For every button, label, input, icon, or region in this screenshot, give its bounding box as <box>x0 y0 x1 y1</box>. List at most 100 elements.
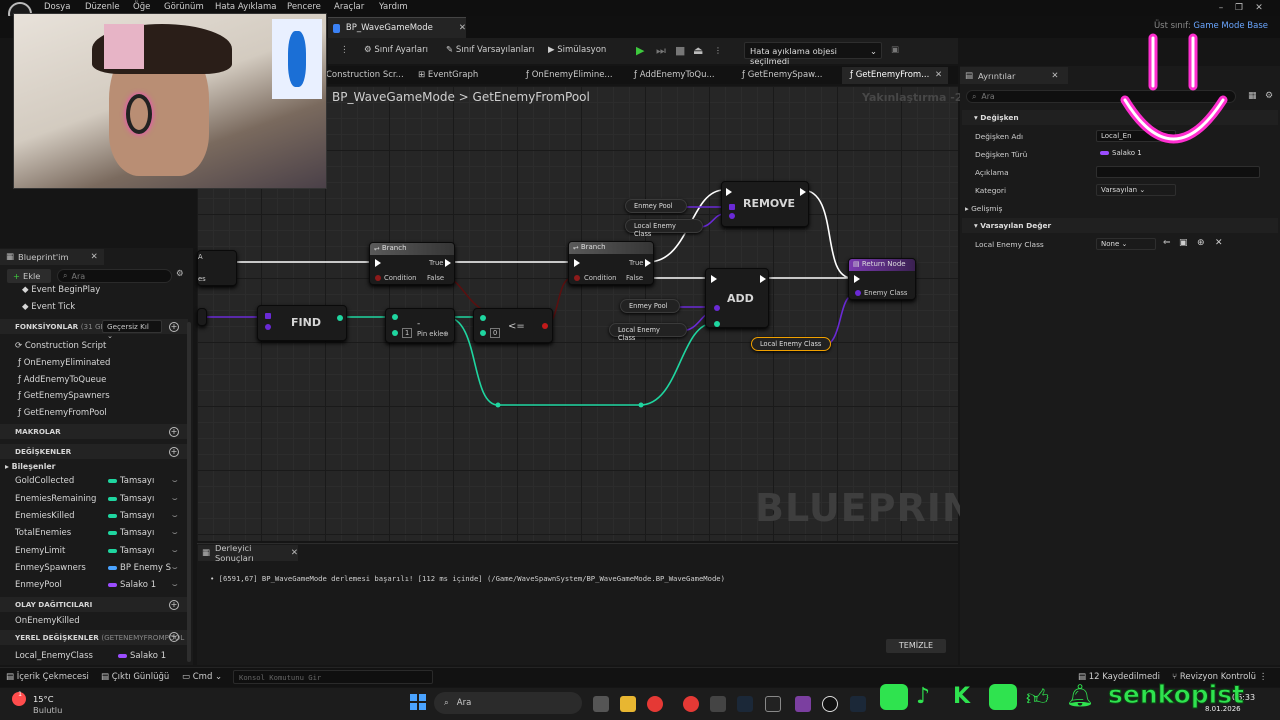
macros-section[interactable]: MAKROLAR <box>0 424 188 439</box>
enmey-pool-getter-2[interactable]: Enmey Pool <box>620 299 680 313</box>
variable-enmeypool[interactable]: EnmeyPool <box>15 580 62 590</box>
branch1-exec-in[interactable] <box>375 259 381 267</box>
tab-getenemyspawners[interactable]: ƒ GetEnemySpaw... <box>742 70 822 80</box>
function-addenemytoqueue[interactable]: ƒ AddEnemyToQueue <box>18 375 106 385</box>
maximize-icon[interactable]: ❐ <box>1233 3 1245 13</box>
my-blueprint-tab[interactable]: ▦ Blueprint'im ✕ <box>0 249 104 265</box>
variable-type[interactable]: Tamsayı <box>108 476 154 486</box>
event-dispatchers-section[interactable]: OLAY DAĞITICILARI <box>0 597 188 612</box>
local-variable-name[interactable]: Local_EnemyClass <box>15 651 93 661</box>
branch2-true-pin[interactable] <box>645 259 651 267</box>
minimize-icon[interactable]: – <box>1215 3 1227 13</box>
play-options-icon[interactable]: ⋮ <box>714 46 722 55</box>
class-defaults-button[interactable]: ✎ Sınıf Varsayılanları <box>446 45 534 55</box>
breadcrumb-root[interactable]: BP_WaveGameMode <box>332 90 455 104</box>
variable-enemylimit[interactable]: EnemyLimit <box>15 546 65 556</box>
add-local-variable-icon[interactable]: + <box>169 632 179 642</box>
menu-file[interactable]: Dosya <box>44 2 70 12</box>
eject-icon[interactable]: ⏏ <box>693 44 703 57</box>
class-settings-button[interactable]: ⚙ Sınıf Ayarları <box>364 45 428 55</box>
branch-node-2[interactable]: ⥅ Branch True Condition False <box>568 241 654 285</box>
visibility-eye-icon[interactable]: ⌣ <box>172 580 178 590</box>
add-pin-icon[interactable]: ⊕ <box>443 330 449 338</box>
find-node[interactable]: FIND <box>257 305 347 341</box>
add-function-icon[interactable]: + <box>169 322 179 332</box>
subtract-b-pin[interactable] <box>392 330 398 336</box>
add-index-pin[interactable] <box>714 321 720 327</box>
variable-totalenemies[interactable]: TotalEnemies <box>15 528 71 538</box>
close-details-icon[interactable]: ✕ <box>1051 71 1058 81</box>
variable-type[interactable]: Tamsayı <box>108 546 154 556</box>
add-item-pin[interactable] <box>714 305 720 311</box>
lte-b-pin[interactable] <box>480 330 486 336</box>
settings-gear-icon[interactable]: ⚙ <box>176 269 184 279</box>
steam-icon-2[interactable] <box>850 696 866 712</box>
category-select[interactable]: Varsayılan ⌄ <box>1096 184 1176 196</box>
more-options-icon[interactable]: ⋮ <box>340 45 349 55</box>
visibility-eye-icon[interactable]: ⌣ <box>172 476 178 486</box>
output-log-button[interactable]: ▤ Çıktı Günlüğü <box>101 672 169 682</box>
description-input[interactable] <box>1096 166 1260 178</box>
add-default-icon[interactable]: ⊕ <box>1197 238 1205 248</box>
visibility-eye-icon[interactable]: ⌣ <box>172 528 178 538</box>
my-blueprint-scrollbar[interactable] <box>187 322 191 662</box>
variable-type[interactable]: Salako 1 <box>108 580 156 590</box>
add-macro-icon[interactable]: + <box>169 427 179 437</box>
override-dropdown[interactable]: Geçersiz Kıl ⌄ <box>102 320 162 340</box>
advanced-expander[interactable]: ▸ Gelişmiş <box>965 204 1002 213</box>
taskbar-search[interactable]: ⌕ Ara <box>434 692 582 714</box>
menu-view[interactable]: Görünüm <box>164 2 204 12</box>
tab-addenemytoqueue[interactable]: ƒ AddEnemyToQu... <box>634 70 715 80</box>
remove-node[interactable]: REMOVE <box>721 181 809 227</box>
visibility-eye-icon[interactable]: ⌣ <box>172 546 178 556</box>
default-value-select[interactable]: None ⌄ <box>1096 238 1156 250</box>
close-graph-tab-icon[interactable]: ✕ <box>935 70 942 80</box>
variable-type[interactable]: Tamsayı <box>108 511 154 521</box>
branch1-condition-pin[interactable] <box>375 275 381 281</box>
simulation-button[interactable]: ▶ Simülasyon <box>548 45 606 55</box>
lte-result-pin[interactable] <box>542 323 548 329</box>
event-beginplay[interactable]: ◆ Event BeginPlay <box>22 285 100 295</box>
doc-tab-bp-wavegamemode[interactable]: BP_WaveGameMode ✕ <box>328 17 466 38</box>
close-tab-icon[interactable]: ✕ <box>459 23 466 33</box>
details-tab[interactable]: ▤ Ayrıntılar ✕ <box>960 67 1068 84</box>
close-window-icon[interactable]: ✕ <box>1253 3 1265 13</box>
variable-goldcollected[interactable]: GoldCollected <box>15 476 74 486</box>
variable-enmeyspawners[interactable]: EnmeySpawners <box>15 563 86 573</box>
play-icon[interactable]: ▶ <box>636 44 644 57</box>
partial-node-left-2[interactable] <box>197 308 207 326</box>
task-view-icon[interactable] <box>593 696 609 712</box>
step-icon[interactable]: ⏭ <box>656 44 666 58</box>
add-variable-icon[interactable]: + <box>169 447 179 457</box>
add-exec-out[interactable] <box>760 275 766 283</box>
browse-icon[interactable]: ▣ <box>1179 238 1188 248</box>
add-dispatcher-icon[interactable]: + <box>169 600 179 610</box>
visibility-eye-icon[interactable]: ⌣ <box>172 563 178 573</box>
variable-type[interactable]: Tamsayı <box>108 494 154 504</box>
branch2-condition-pin[interactable] <box>574 275 580 281</box>
variable-enemieskilled[interactable]: EnemiesKilled <box>15 511 75 521</box>
branch-node-1[interactable]: ⥅ Branch True Condition False <box>369 242 455 285</box>
find-item-pin[interactable] <box>265 324 271 330</box>
windows-start-icon[interactable] <box>410 694 426 710</box>
return-node[interactable]: ▤ Return Node Enemy Class <box>848 258 916 300</box>
function-construction-script[interactable]: ⟳ Construction Script <box>15 341 106 351</box>
branch1-true-pin[interactable] <box>445 259 451 267</box>
add-pin-button[interactable]: Pin ekle <box>417 330 444 338</box>
local-variable-type[interactable]: Salako 1 <box>118 651 166 661</box>
local-enemy-class-getter-selected[interactable]: Local Enemy Class <box>751 337 831 351</box>
menu-window[interactable]: Pencere <box>287 2 321 12</box>
visibility-eye-icon[interactable]: ⌣ <box>172 511 178 521</box>
epic-games-icon[interactable] <box>765 696 781 712</box>
components-category[interactable]: ▸ Bileşenler <box>5 462 56 471</box>
enmey-pool-getter-1[interactable]: Enmey Pool <box>625 199 687 213</box>
tab-onenemyeliminated[interactable]: ƒ OnEnemyElimine... <box>526 70 613 80</box>
stop-icon[interactable]: ■ <box>675 44 685 57</box>
less-equal-node[interactable]: <= 0 <box>473 308 553 343</box>
file-explorer-icon[interactable] <box>620 696 636 712</box>
app-icon[interactable] <box>683 696 699 712</box>
partial-node-left[interactable]: A es <box>197 250 237 286</box>
event-tick[interactable]: ◆ Event Tick <box>22 302 75 312</box>
lte-b-value[interactable]: 0 <box>490 328 501 338</box>
menu-tools[interactable]: Araçlar <box>334 2 364 12</box>
